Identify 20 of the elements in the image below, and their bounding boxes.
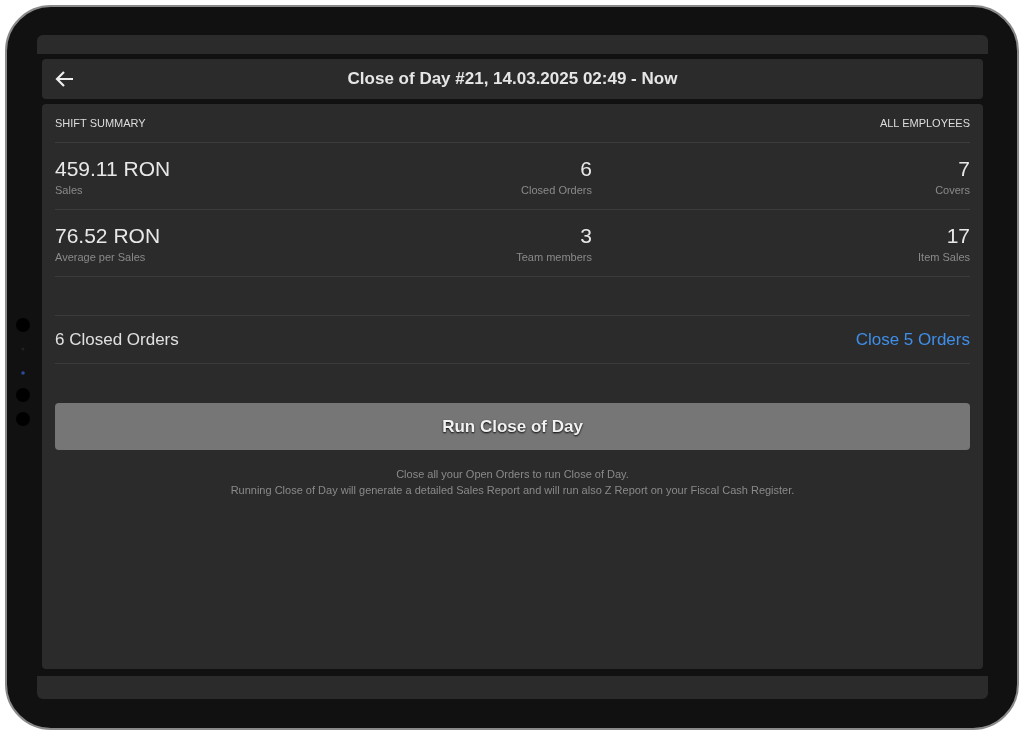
stat-value: 7 [958,156,970,181]
stat-value: 3 [580,223,592,248]
close-orders-link[interactable]: Close 5 Orders [855,329,970,350]
stat-label: Team members [516,250,592,263]
stat-value: 459.11 RON [55,156,172,181]
stat-label: Average per Sales [55,250,147,263]
page-title: Close of Day #21, 14.03.2025 02:49 - Now [347,69,678,89]
stat-label: Closed Orders [521,183,592,196]
back-arrow-icon[interactable] [54,70,74,88]
section-heading: SHIFT SUMMARY [55,117,146,129]
info-text: Running Close of Day will generate a detailed Sales Report and will run also Z Report on your Fiscal Cash Register. [229,483,796,498]
stat-label: Item Sales [918,250,970,263]
employee-filter[interactable]: ALL EMPLOYEES [879,117,970,129]
stat-value: 6 [580,156,592,181]
stat-value: 17 [946,223,970,248]
closed-orders-count: 6 Closed Orders [55,329,179,350]
info-text: Close all your Open Orders to run Close of Day. [395,467,630,482]
stat-label: Sales [55,183,84,196]
stat-label: Covers [935,183,970,196]
stat-value: 76.52 RON [55,223,162,248]
